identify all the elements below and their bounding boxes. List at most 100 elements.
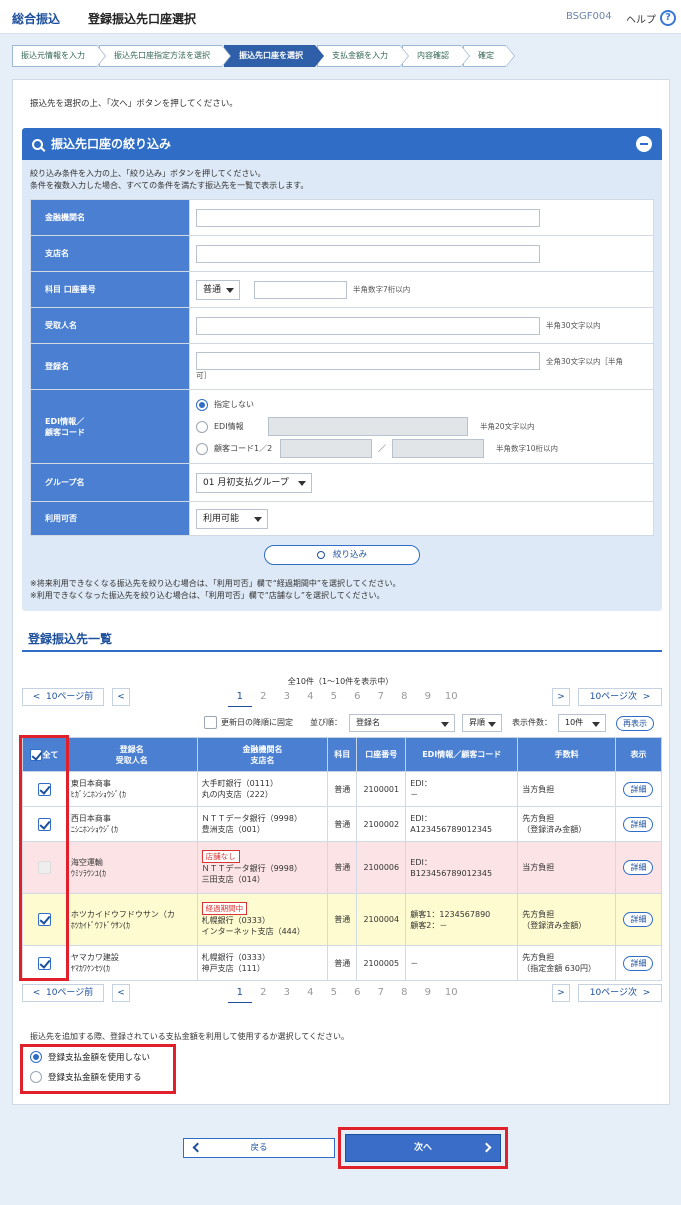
usable-select[interactable]: 利用可能: [196, 508, 268, 529]
edi-none-radio[interactable]: [196, 398, 208, 411]
filter-notes: ※将来利用できなくなる振込先を絞り込む場合は、「利用可否」欄で“経過期間中”を選…: [30, 578, 401, 602]
edi-info-input[interactable]: [268, 417, 468, 436]
row-account: 2100002: [356, 806, 407, 842]
row-name-cell: 東日本商事 ﾋｶﾞｼﾆﾎﾝｼｮｳｼﾞ(ｶ: [65, 771, 198, 807]
row-edi1: －: [410, 958, 419, 968]
result-count: 全10件（1～10件を表示中）: [287, 677, 394, 686]
filter-button[interactable]: 絞り込み: [264, 545, 420, 565]
customer-code2-input[interactable]: [392, 439, 484, 458]
row-kamoku: 普通: [327, 771, 358, 807]
redisplay-button[interactable]: 再表示: [616, 716, 654, 731]
row-edi1: EDI：: [410, 857, 432, 867]
filter-header[interactable]: 振込先口座の絞り込み: [22, 128, 662, 160]
label-edi-line2: 顧客コード: [45, 427, 85, 437]
registration-name-input[interactable]: [196, 352, 540, 370]
page-link-5[interactable]: 5: [322, 984, 346, 1003]
account-type-select[interactable]: 普通: [196, 279, 240, 300]
edi-info-radio[interactable]: [196, 420, 208, 433]
page-link-2[interactable]: 2: [252, 688, 276, 707]
detail-button[interactable]: 詳細: [623, 781, 654, 797]
back-button[interactable]: 戻る: [183, 1138, 335, 1158]
regname-note2: 可］: [196, 371, 211, 380]
page-link-10[interactable]: 10: [440, 688, 464, 707]
status-badge: 店舗なし: [201, 850, 240, 863]
list-toolbar: 更新日の降順に固定 並び順： 登録名 昇順 表示件数： 10件 再表示: [22, 714, 662, 732]
search-icon: [32, 138, 43, 150]
row-account: 2100001: [356, 771, 407, 807]
category-label[interactable]: 総合振込: [12, 10, 60, 27]
customer-code-radio[interactable]: [196, 442, 208, 455]
page-link-8[interactable]: 8: [393, 984, 417, 1003]
row-bank-cell: 店舗なし ＮＴＴデータ銀行（9998） 三田支店（014）: [196, 841, 329, 894]
detail-button[interactable]: 詳細: [623, 816, 654, 832]
page-link-4[interactable]: 4: [299, 984, 323, 1003]
label-edi: EDI情報／ 顧客コード: [30, 389, 190, 464]
page-link-9[interactable]: 9: [416, 984, 440, 1003]
next10-button[interactable]: 10ページ次 >: [578, 688, 662, 706]
detail-button[interactable]: 詳細: [623, 860, 654, 875]
page-link-10[interactable]: 10: [440, 984, 464, 1003]
table-row: ホツカイドウフドウサン（カ ﾎﾂｶｲﾄﾞｳﾌﾄﾞｳｻﾝ(ｶ 経過期間中 札幌銀行（03…: [22, 893, 663, 946]
row-name: 西日本商事: [70, 814, 111, 823]
prev10-button-bottom[interactable]: < 10ページ前: [22, 984, 104, 1002]
display-count-select[interactable]: 10件: [558, 714, 606, 732]
next10-button-bottom[interactable]: 10ページ次 >: [578, 984, 662, 1002]
table-row: 西日本商事 ﾆｼﾆﾎﾝｼｮｳｼﾞ(ｶ ＮＴＴデータ銀行（9998） 豊洲支店（001）…: [22, 806, 663, 842]
filter-panel: 振込先口座の絞り込み 絞り込み条件を入力の上、「絞り込み」ボタンを押してください…: [22, 128, 662, 611]
page-link-5[interactable]: 5: [322, 688, 346, 707]
row-bank-cell: 札幌銀行（0333） 神戸支店（111）: [196, 945, 329, 981]
row-name: 海空運輸: [70, 857, 103, 867]
page-link-2[interactable]: 2: [252, 984, 276, 1003]
page-link-7[interactable]: 7: [369, 688, 393, 707]
customer-code1-input[interactable]: [280, 439, 372, 458]
row-fee-cell: 当方負担: [517, 841, 616, 894]
page-link-3[interactable]: 3: [275, 688, 299, 707]
page-link-4[interactable]: 4: [299, 688, 323, 707]
detail-button[interactable]: 詳細: [623, 912, 654, 927]
bank-name-input[interactable]: [196, 208, 540, 227]
table-row: 東日本商事 ﾋｶﾞｼﾆﾎﾝｼｮｳｼﾞ(ｶ 大手町銀行（0111） 丸の内支店（222）…: [22, 771, 663, 807]
prev-page-button[interactable]: <: [112, 688, 130, 706]
sort-label: 並び順：: [310, 718, 342, 727]
label-payee: 受取人名: [30, 307, 190, 344]
prev-page-button-bottom[interactable]: <: [112, 984, 130, 1002]
page-link-8[interactable]: 8: [393, 688, 417, 707]
next-page-button[interactable]: >: [552, 688, 570, 706]
row-name-cell: ヤマカワ建設 ﾔﾏｶﾜｹﾝｾﾂ(ｶ: [65, 945, 198, 981]
page-link-3[interactable]: 3: [275, 984, 299, 1003]
page-link-9[interactable]: 9: [416, 688, 440, 707]
detail-button[interactable]: 詳細: [623, 955, 654, 971]
page-link-6[interactable]: 6: [346, 688, 370, 707]
page-link-1[interactable]: 1: [228, 688, 252, 707]
prev10-button[interactable]: < 10ページ前: [22, 688, 104, 706]
page-link-7[interactable]: 7: [369, 984, 393, 1003]
payee-name-input[interactable]: [196, 316, 540, 335]
header-bank-line1: 金融機関名: [242, 744, 283, 754]
row-kamoku: 普通: [327, 945, 358, 981]
page-link-1[interactable]: 1: [228, 984, 252, 1003]
status-badge: 経過期間中: [201, 902, 248, 915]
row-edi-cell: EDI： B123456789012345: [405, 841, 519, 894]
row-fee-cell: 当方負担: [517, 771, 616, 807]
edi-info-label: EDI情報: [214, 422, 244, 431]
payee-table: 全て 登録名 受取人名 金融機関名 支店名 科目 口座番号 EDI情報／顧客コード …: [22, 737, 663, 981]
group-select[interactable]: 01 月初支払グループ: [196, 472, 312, 493]
help-link[interactable]: ヘルプ?: [626, 10, 676, 26]
fix-order-checkbox[interactable]: [204, 716, 217, 729]
branch-name-input[interactable]: [196, 244, 540, 263]
header-show: 表示: [614, 737, 663, 772]
order-select[interactable]: 昇順: [462, 714, 502, 732]
collapse-icon[interactable]: [636, 136, 652, 152]
header-name-line1: 登録名: [119, 744, 144, 754]
sort-select[interactable]: 登録名: [349, 714, 455, 732]
next-page-button-bottom[interactable]: >: [552, 984, 570, 1002]
row-bank-cell: ＮＴＴデータ銀行（9998） 豊洲支店（001）: [196, 806, 329, 842]
row-account: 2100004: [356, 893, 407, 946]
account-number-input[interactable]: [254, 280, 347, 299]
header-account: 口座番号: [356, 737, 407, 772]
row-edi-cell: －: [405, 945, 519, 981]
page-link-6[interactable]: 6: [346, 984, 370, 1003]
step-3: 振込先口座を選択: [224, 45, 324, 67]
row-detail-cell: 詳細: [614, 893, 663, 946]
regname-note: 全角30文字以内［半角: [546, 356, 624, 366]
